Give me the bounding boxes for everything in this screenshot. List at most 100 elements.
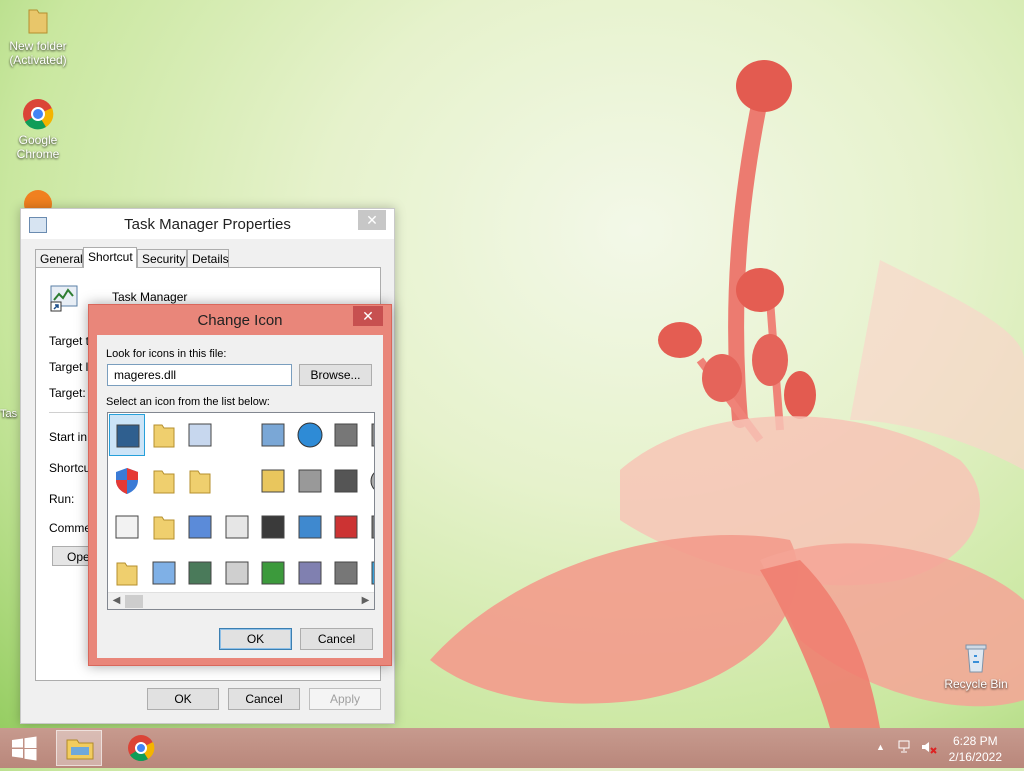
- drive-x-icon: [334, 515, 358, 539]
- field-label: Target:: [49, 386, 86, 400]
- icon-option[interactable]: [365, 460, 374, 502]
- drive-icon: [334, 561, 358, 585]
- icon-option[interactable]: [365, 506, 374, 548]
- icon-option[interactable]: [219, 414, 255, 456]
- taskbar: ▲ 6:28 PM 2/16/2022: [0, 728, 1024, 768]
- tab-shortcut[interactable]: Shortcut: [83, 247, 137, 268]
- tab-security[interactable]: Security: [137, 249, 187, 267]
- ok-button[interactable]: OK: [147, 688, 219, 710]
- icon-list[interactable]: ◀ ▶: [107, 412, 375, 610]
- window-title: Task Manager Properties: [124, 216, 291, 233]
- clock-date: 2/16/2022: [948, 750, 1002, 764]
- icon-option[interactable]: [146, 506, 182, 548]
- file-explorer-icon: [66, 739, 94, 760]
- icon-option[interactable]: [328, 460, 364, 502]
- floppy-icon: [298, 561, 321, 585]
- film-icon: [261, 515, 285, 539]
- chrome-icon: [22, 98, 54, 130]
- drive-icon: [371, 515, 374, 539]
- icon-option[interactable]: [255, 552, 291, 594]
- scroll-right-icon[interactable]: ▶: [357, 593, 374, 609]
- icon-option[interactable]: [328, 414, 364, 456]
- globe-icon: [297, 422, 322, 448]
- volume-muted-icon[interactable]: [920, 740, 938, 757]
- desktop-icon-new-folder[interactable]: New folder (Activated): [2, 6, 74, 67]
- folder-icon: [26, 6, 50, 36]
- icon-option[interactable]: [365, 552, 374, 594]
- desktop-icon-label: New folder (Activated): [9, 39, 67, 67]
- apply-button[interactable]: Apply: [309, 688, 381, 710]
- icon-option[interactable]: [292, 506, 328, 548]
- chrome-icon: [128, 735, 155, 762]
- dialog-title: Change Icon: [197, 312, 283, 329]
- icon-option[interactable]: [146, 552, 182, 594]
- change-icon-dialog: Change Icon ✕ Look for icons in this fil…: [88, 304, 392, 666]
- icon-option[interactable]: [109, 506, 145, 548]
- desktop-icon-label: Google Chrome: [16, 133, 60, 161]
- tab-general[interactable]: General: [35, 249, 83, 267]
- list-label: Select an icon from the list below:: [106, 396, 270, 408]
- icon-option[interactable]: [109, 460, 145, 502]
- network-icon: [371, 423, 374, 447]
- cancel-button[interactable]: Cancel: [300, 628, 373, 650]
- field-label: Shortcut: [49, 461, 94, 475]
- icon-option[interactable]: [109, 552, 145, 594]
- icon-option[interactable]: [292, 414, 328, 456]
- icon-option[interactable]: [328, 506, 364, 548]
- network-icon[interactable]: [898, 740, 914, 757]
- dialog-body: Look for icons in this file: mageres.dll…: [97, 335, 383, 658]
- icon-option[interactable]: [146, 460, 182, 502]
- taskbar-chrome[interactable]: [118, 730, 164, 766]
- icon-option[interactable]: [182, 552, 218, 594]
- horizontal-scrollbar[interactable]: ◀ ▶: [108, 592, 374, 609]
- folder-icon: [153, 424, 174, 448]
- icon-option[interactable]: [219, 506, 255, 548]
- windows-logo-icon: [12, 736, 37, 761]
- icon-option[interactable]: [182, 460, 218, 502]
- folder-icon: [153, 470, 174, 494]
- icon-option[interactable]: [328, 552, 364, 594]
- text-doc-icon: [225, 515, 248, 539]
- clock[interactable]: 6:28 PM 2/16/2022: [949, 733, 1002, 765]
- icon-option[interactable]: [182, 414, 218, 456]
- window-icon: [188, 561, 212, 585]
- icon-option[interactable]: [255, 414, 291, 456]
- control-panel-icon: [298, 515, 321, 539]
- scroll-thumb[interactable]: [125, 595, 143, 608]
- tab-details[interactable]: Details: [187, 249, 229, 267]
- icon-option[interactable]: [292, 552, 328, 594]
- keyboard-icon: [298, 469, 321, 493]
- drive-icon: [334, 423, 358, 447]
- folder-search-icon: [261, 469, 285, 493]
- icon-option[interactable]: [292, 460, 328, 502]
- cancel-button[interactable]: Cancel: [228, 688, 300, 710]
- icon-option[interactable]: [109, 414, 145, 456]
- icon-option[interactable]: [182, 506, 218, 548]
- desktop-icon-chrome[interactable]: Google Chrome: [2, 98, 74, 161]
- icon-option[interactable]: [219, 460, 255, 502]
- envelope-icon: [225, 561, 248, 585]
- show-hidden-icons-icon[interactable]: ▲: [876, 742, 885, 752]
- clock-time: 6:28 PM: [952, 734, 998, 748]
- file-label: Look for icons in this file:: [106, 348, 227, 360]
- start-button[interactable]: [0, 728, 48, 768]
- close-button[interactable]: ✕: [358, 210, 386, 230]
- icon-option[interactable]: [255, 460, 291, 502]
- icon-option[interactable]: [255, 506, 291, 548]
- monitor-icon: [116, 424, 140, 448]
- ok-button[interactable]: OK: [219, 628, 292, 650]
- title-bar[interactable]: Change Icon ✕: [89, 305, 391, 335]
- title-bar[interactable]: Task Manager Properties ✕: [21, 209, 394, 239]
- close-button[interactable]: ✕: [353, 306, 383, 326]
- window-check-icon: [261, 561, 285, 585]
- shield-icon: [116, 468, 138, 494]
- icon-option[interactable]: [219, 552, 255, 594]
- taskbar-file-explorer[interactable]: [56, 730, 102, 766]
- scroll-left-icon[interactable]: ◀: [108, 593, 125, 609]
- file-path-input[interactable]: mageres.dll: [107, 364, 292, 386]
- shortcut-name: Task Manager: [112, 290, 188, 304]
- icon-option[interactable]: [365, 414, 374, 456]
- desktop-icon-recycle-bin[interactable]: Recycle Bin: [940, 642, 1012, 691]
- icon-option[interactable]: [146, 414, 182, 456]
- browse-button[interactable]: Browse...: [299, 364, 372, 386]
